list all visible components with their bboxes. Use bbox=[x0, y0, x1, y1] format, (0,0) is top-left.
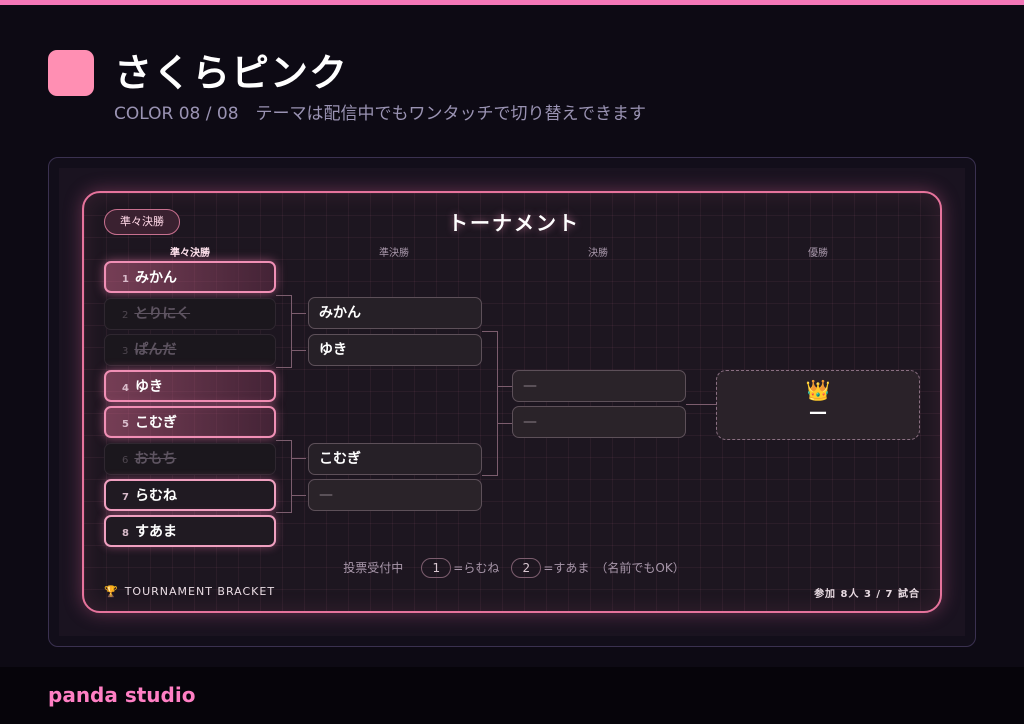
seed-number: 4 bbox=[122, 383, 129, 394]
vote-option-1-key: 1 bbox=[421, 558, 452, 578]
qf-slot-5[interactable]: 5 こむぎ bbox=[104, 406, 276, 438]
theme-subtitle: COLOR 08 / 08 テーマは配信中でもワンタッチで切り替えできます bbox=[114, 104, 647, 124]
connector-to-champion bbox=[686, 404, 716, 405]
column-header-quarterfinal: 準々決勝 bbox=[170, 248, 210, 259]
qf-slot-7[interactable]: 7 らむね bbox=[104, 479, 276, 511]
bracket-panel: 準々決勝 トーナメント 準々決勝 準決勝 決勝 優勝 1 みかん 2 とりにく 3ぱ… bbox=[82, 191, 942, 613]
player-name: ゆき bbox=[134, 379, 163, 395]
vote-instructions: 投票受付中 1 =らむね 2 =すあま （名前でもOK） bbox=[84, 557, 944, 579]
qf-slot-3[interactable]: 3 ぱんだ bbox=[104, 334, 276, 366]
player-name: みかん bbox=[134, 270, 177, 286]
preview-frame: 準々決勝 トーナメント 準々決勝 準決勝 決勝 優勝 1 みかん 2 とりにく 3ぱ… bbox=[48, 157, 976, 647]
color-swatch bbox=[48, 50, 94, 96]
player-name: とりにく bbox=[134, 306, 191, 322]
seed-number: 8 bbox=[122, 528, 129, 539]
final-slot-1[interactable]: — bbox=[512, 370, 686, 402]
seed-number: 5 bbox=[122, 419, 129, 430]
crown-icon: 👑 bbox=[805, 378, 831, 402]
sf-slot-4[interactable]: — bbox=[308, 479, 482, 511]
qf-slot-1[interactable]: 1 みかん bbox=[104, 261, 276, 293]
qf-slot-8[interactable]: 8 すあま bbox=[104, 515, 276, 547]
final-slot-2[interactable]: — bbox=[512, 406, 686, 438]
player-name: こむぎ bbox=[134, 415, 177, 431]
bracket-title: トーナメント bbox=[448, 211, 580, 235]
connector-sf-top bbox=[482, 331, 498, 476]
preview-canvas: 準々決勝 トーナメント 準々決勝 準決勝 決勝 優勝 1 みかん 2 とりにく 3ぱ… bbox=[59, 168, 965, 636]
player-name: すあま bbox=[134, 524, 177, 540]
player-name: らむね bbox=[134, 488, 177, 504]
column-header-semifinal: 準決勝 bbox=[379, 248, 409, 259]
seed-number: 6 bbox=[122, 455, 129, 466]
column-header-final: 決勝 bbox=[588, 248, 608, 259]
trophy-icon: 🏆 bbox=[104, 585, 119, 598]
vote-option-2-key: 2 bbox=[511, 558, 542, 578]
sf-slot-1[interactable]: みかん bbox=[308, 297, 482, 329]
champion-slot[interactable]: 👑 — bbox=[716, 370, 920, 440]
vote-label: 投票受付中 bbox=[343, 561, 404, 575]
vote-note: （名前でもOK） bbox=[601, 561, 685, 575]
qf-slot-6[interactable]: 6 おもち bbox=[104, 443, 276, 475]
bracket-brand-text: TOURNAMENT BRACKET bbox=[124, 585, 276, 598]
seed-number: 2 bbox=[122, 310, 129, 321]
connector-to-final-1 bbox=[498, 386, 512, 387]
connector-qf-1-2 bbox=[276, 295, 292, 368]
connector-to-sf-4 bbox=[292, 495, 306, 496]
bracket-brand-label: 🏆 TOURNAMENT BRACKET bbox=[104, 585, 275, 598]
champion-name: — bbox=[809, 402, 827, 423]
seed-number: 7 bbox=[122, 492, 129, 503]
player-name: ぱんだ bbox=[134, 342, 177, 358]
seed-number: 1 bbox=[122, 274, 129, 285]
sf-slot-2[interactable]: ゆき bbox=[308, 334, 482, 366]
player-name: おもち bbox=[134, 451, 177, 467]
connector-to-sf-2 bbox=[292, 350, 306, 351]
match-stats: 参加 8人 3 / 7 試合 bbox=[814, 589, 920, 600]
top-accent-stripe bbox=[0, 0, 1024, 5]
footer-brand: panda studio bbox=[48, 683, 196, 707]
sf-slot-3[interactable]: こむぎ bbox=[308, 443, 482, 475]
theme-title: さくらピンク bbox=[114, 51, 349, 95]
connector-qf-5-6 bbox=[276, 440, 292, 513]
qf-slot-4[interactable]: 4 ゆき bbox=[104, 370, 276, 402]
connector-to-sf-3 bbox=[292, 458, 306, 459]
seed-number: 3 bbox=[122, 346, 129, 357]
qf-slot-2[interactable]: 2 とりにく bbox=[104, 298, 276, 330]
connector-to-final-2 bbox=[498, 423, 512, 424]
vote-option-2-text: =すあま bbox=[543, 561, 590, 575]
vote-option-1-text: =らむね bbox=[453, 561, 500, 575]
column-header-champion: 優勝 bbox=[808, 248, 828, 259]
connector-to-sf-1 bbox=[292, 313, 306, 314]
